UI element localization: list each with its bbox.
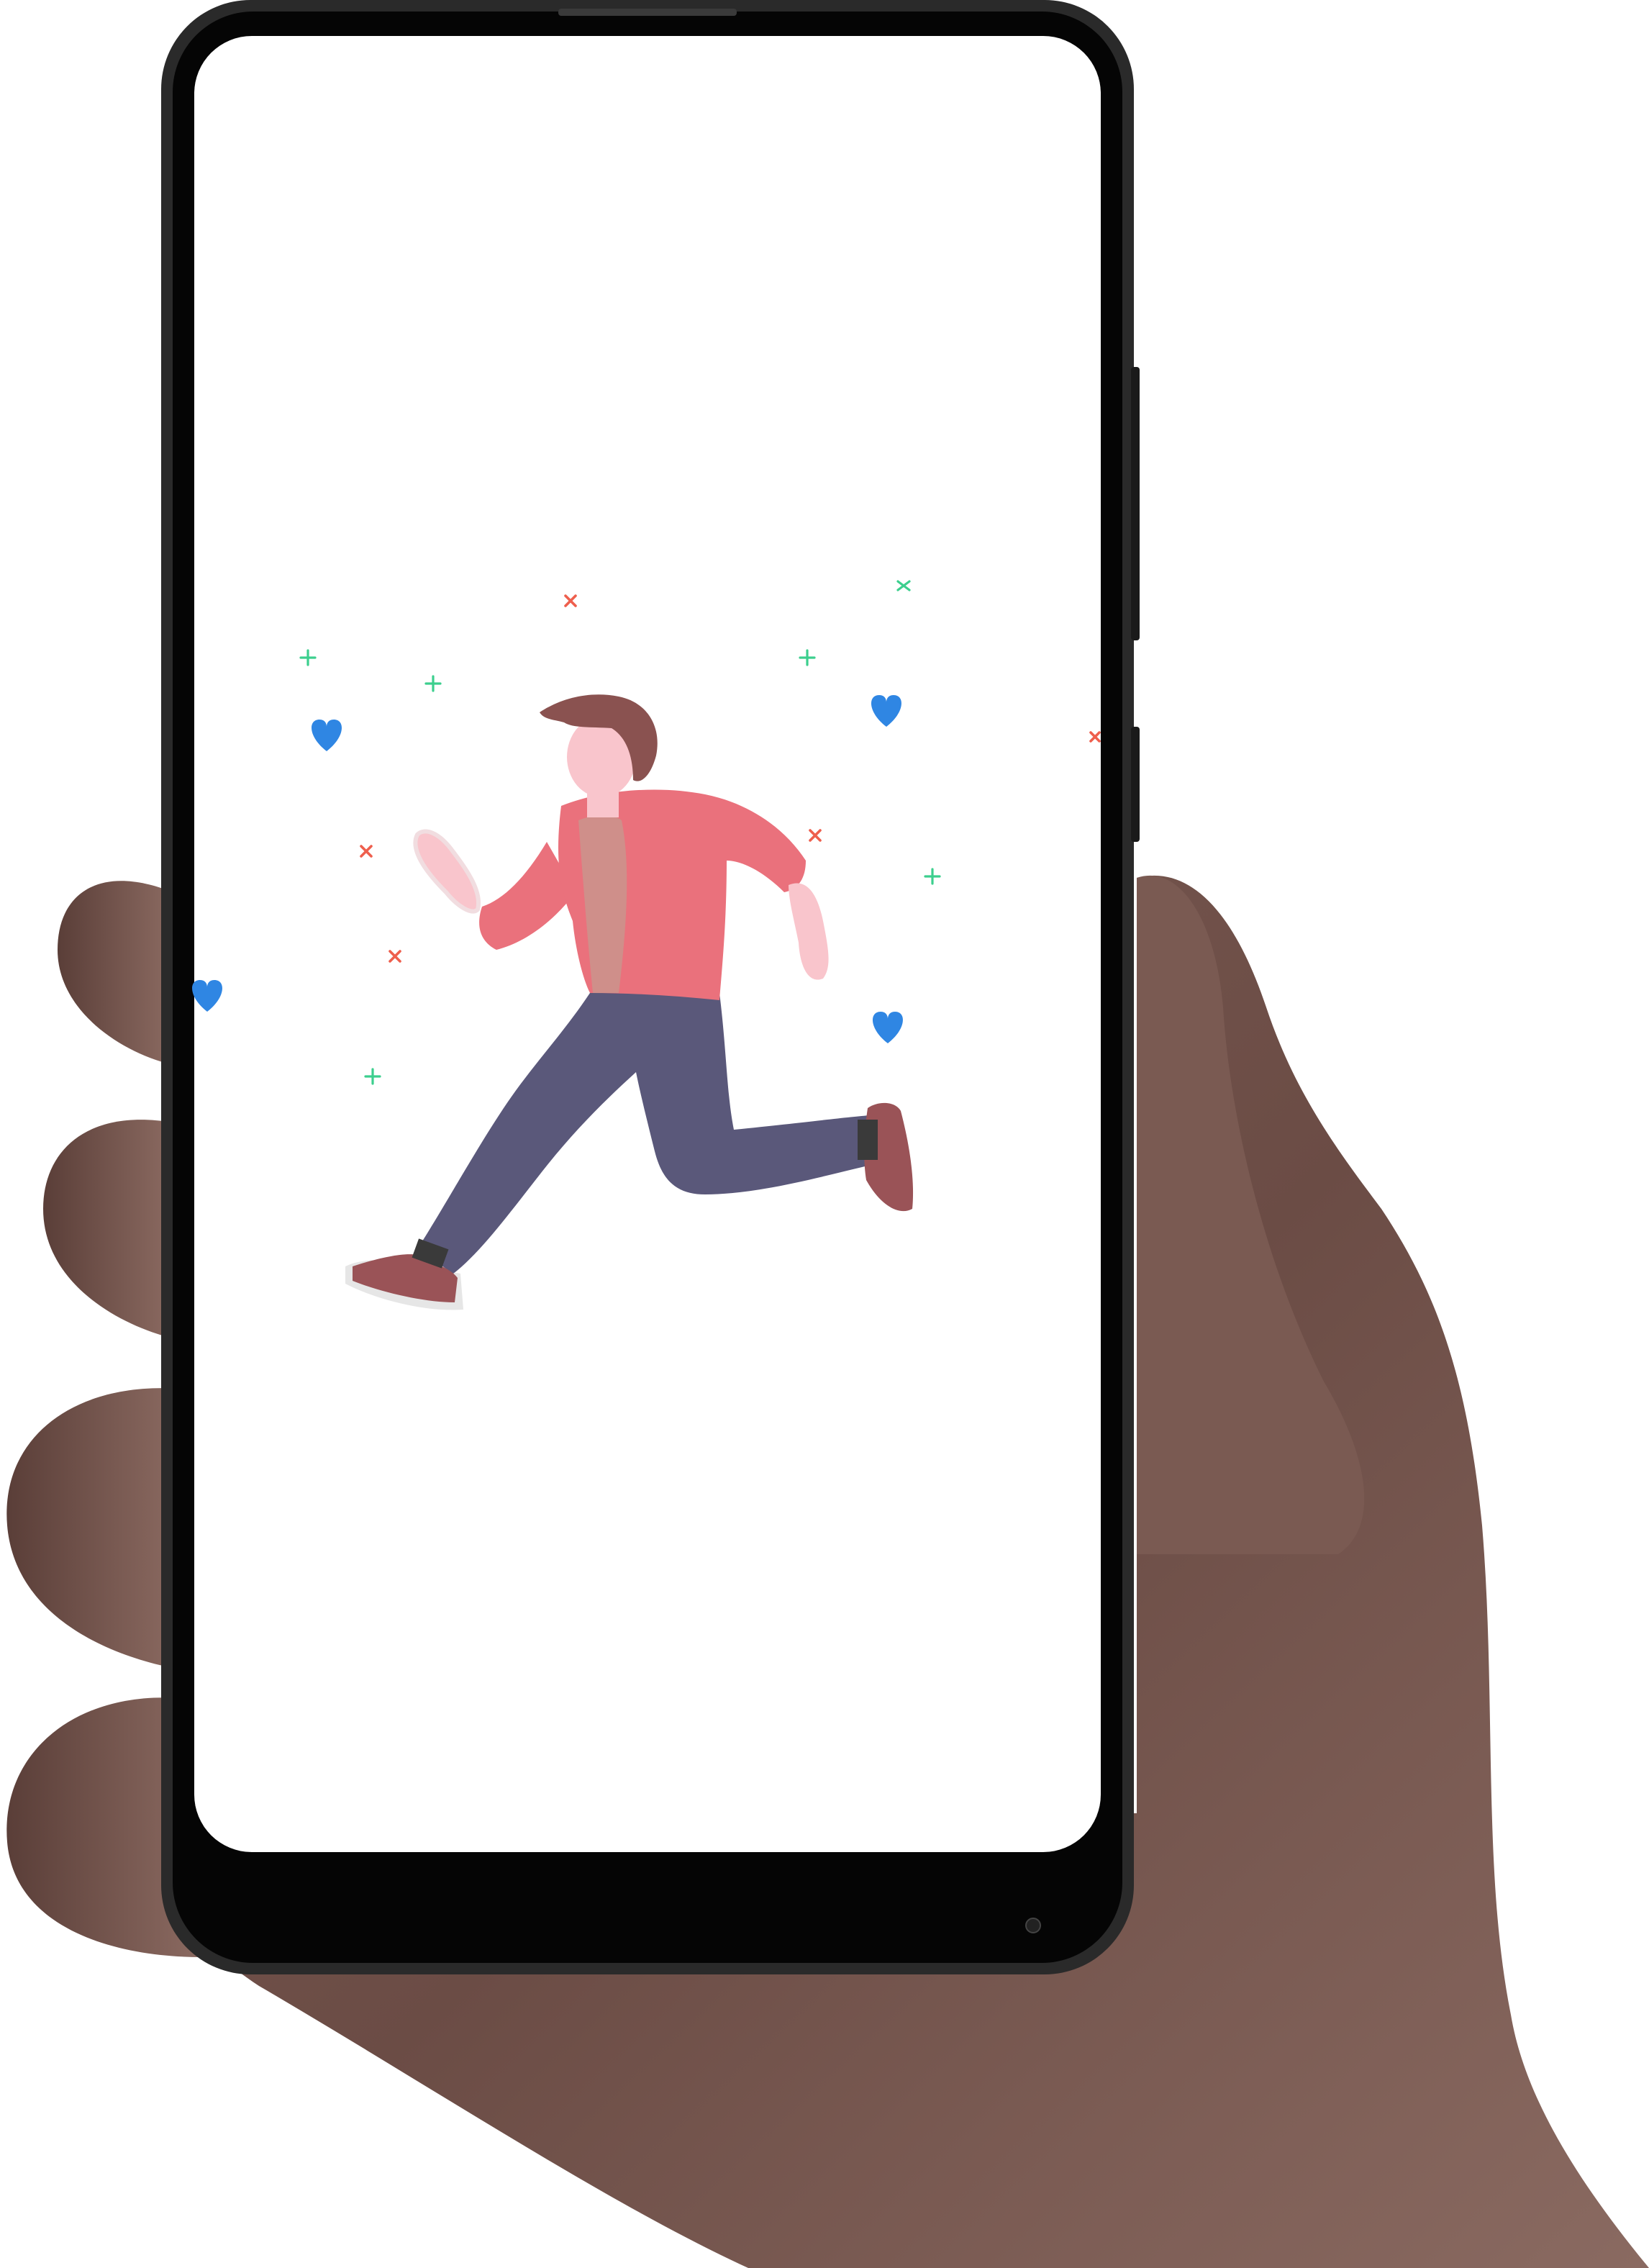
scene (6, 0, 1649, 2268)
front-camera-icon (1025, 1918, 1041, 1933)
phone-top-earpiece (558, 9, 737, 16)
finger-3 (6, 1388, 180, 1669)
finger-1 (58, 881, 173, 1065)
phone-side-button-lower (1131, 727, 1140, 842)
finger-2 (43, 1120, 173, 1338)
front-sock (858, 1120, 878, 1160)
phone-side-button-upper (1131, 367, 1140, 640)
